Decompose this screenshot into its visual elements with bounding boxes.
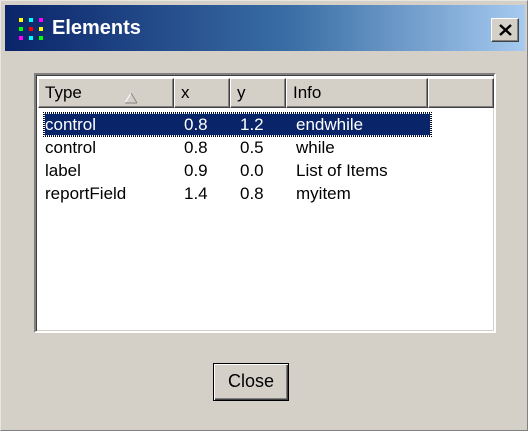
table-header: Type x y Info — [38, 78, 494, 108]
elements-dialog: Elements Type x y Info control 0.8 1.2 e… — [0, 0, 528, 431]
grid-dots-icon — [19, 18, 43, 40]
cell-y: 1.2 — [240, 115, 264, 134]
column-header-filler — [428, 78, 494, 108]
table-row[interactable]: control 0.8 1.2 endwhile — [38, 112, 494, 137]
column-header-info[interactable]: Info — [286, 78, 428, 108]
column-header-type[interactable]: Type — [38, 78, 174, 108]
sort-ascending-icon — [124, 85, 138, 113]
table-row[interactable]: control 0.8 0.5 while — [38, 136, 494, 159]
cell-type: control — [45, 138, 97, 157]
cell-x: 0.8 — [184, 115, 208, 134]
cell-type: control — [45, 115, 97, 134]
cell-info: List of Items — [296, 161, 388, 180]
column-header-label: Info — [293, 83, 322, 102]
column-header-label: x — [181, 83, 190, 102]
column-header-x[interactable]: x — [174, 78, 230, 108]
table-row[interactable]: reportField 1.4 0.8 myitem — [38, 182, 494, 205]
column-header-label: Type — [45, 83, 82, 102]
cell-info: while — [296, 138, 335, 157]
cell-x: 0.8 — [184, 138, 208, 157]
window-title: Elements — [52, 17, 141, 39]
cell-info: myitem — [296, 184, 351, 203]
cell-y: 0.5 — [240, 138, 264, 157]
close-button[interactable]: Close — [213, 363, 289, 401]
cell-x: 0.9 — [184, 161, 208, 180]
cell-type: reportField — [45, 184, 127, 203]
column-header-label: y — [237, 83, 246, 102]
close-window-button[interactable] — [491, 18, 519, 42]
cell-y: 0.8 — [240, 184, 264, 203]
cell-y: 0.0 — [240, 161, 264, 180]
selection-highlight — [43, 112, 432, 137]
cell-x: 1.4 — [184, 184, 208, 203]
cell-type: label — [45, 161, 81, 180]
column-header-y[interactable]: y — [230, 78, 286, 108]
cell-info: endwhile — [296, 115, 364, 134]
title-bar[interactable]: Elements — [5, 5, 525, 51]
table-row[interactable]: label 0.9 0.0 List of Items — [38, 159, 494, 182]
elements-table[interactable]: Type x y Info control 0.8 1.2 endwhile c… — [34, 73, 496, 333]
